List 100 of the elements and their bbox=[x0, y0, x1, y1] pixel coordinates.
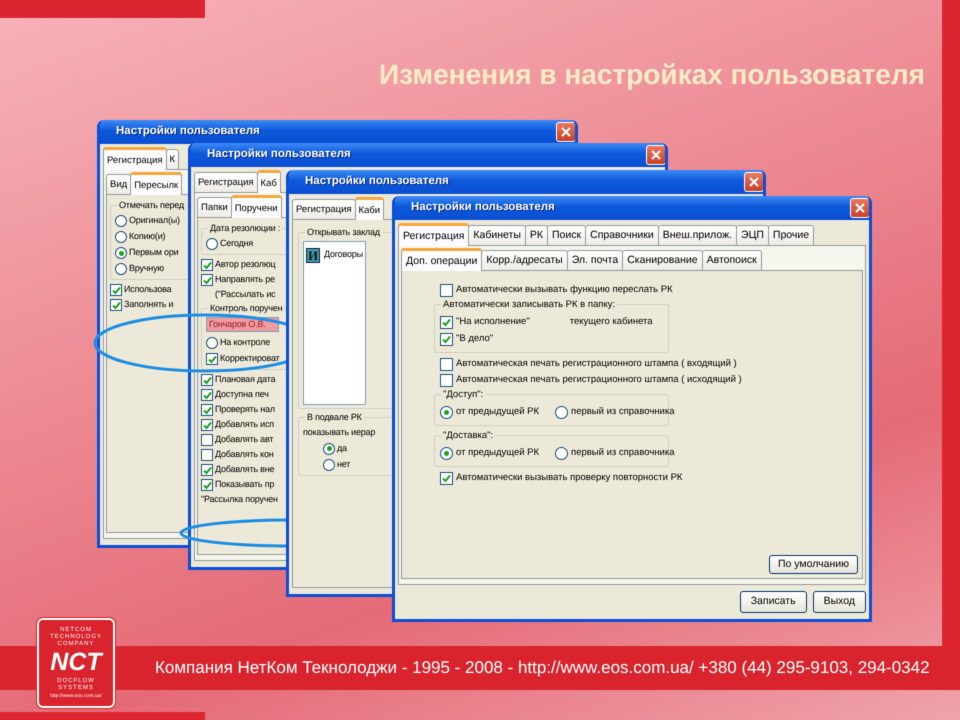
radio-label: На контроле bbox=[220, 336, 270, 349]
checkbox-label: Автоматически вызывать проверку повторности РК bbox=[456, 471, 682, 485]
tab[interactable]: Корр./адресаты bbox=[481, 250, 568, 270]
checkbox-label: Автоматическая печать регистрационного штампа ( исходящий ) bbox=[456, 373, 742, 387]
tab[interactable]: Поиск bbox=[547, 225, 586, 245]
tab[interactable]: Регистрация bbox=[292, 199, 356, 219]
tab[interactable]: Сканирование bbox=[622, 250, 703, 270]
checkbox-label: Автор резолюц bbox=[215, 258, 276, 271]
tab[interactable]: РК bbox=[524, 225, 548, 245]
radio-button[interactable] bbox=[555, 406, 568, 419]
checkbox-label: "В дело" bbox=[456, 332, 494, 346]
tab[interactable]: Доп. операции bbox=[401, 248, 482, 271]
checkbox[interactable] bbox=[206, 353, 218, 365]
checkbox[interactable] bbox=[440, 284, 453, 297]
group-label: Дата резолюции : bbox=[208, 222, 282, 236]
window-title: Настройки пользователя bbox=[207, 147, 351, 162]
checkbox-label: Плановая дата bbox=[215, 373, 276, 386]
radio-button[interactable] bbox=[555, 447, 568, 460]
close-button[interactable] bbox=[646, 145, 665, 165]
checkbox[interactable] bbox=[440, 472, 453, 485]
radio-button[interactable] bbox=[115, 247, 127, 259]
checkbox[interactable] bbox=[440, 358, 453, 371]
close-button[interactable] bbox=[556, 122, 575, 142]
checkbox[interactable] bbox=[110, 284, 122, 296]
tab[interactable]: Прочие bbox=[768, 225, 814, 245]
list-box[interactable]: И Договоры bbox=[303, 241, 366, 405]
radio-label: Первым ори bbox=[129, 246, 178, 259]
tab[interactable]: Вид bbox=[106, 174, 132, 194]
label-text: показывать иерар bbox=[303, 426, 376, 439]
window-title: Настройки пользователя bbox=[305, 174, 449, 190]
tab[interactable]: Каби bbox=[354, 197, 384, 220]
radio-button[interactable] bbox=[206, 337, 218, 349]
default-button[interactable]: По умолчанию bbox=[768, 554, 858, 574]
tab[interactable]: ЭЦП bbox=[736, 225, 769, 245]
checkbox-label: Добавлять кон bbox=[215, 448, 274, 461]
group-label: Контроль поручен bbox=[208, 302, 284, 315]
checkbox[interactable] bbox=[201, 404, 213, 416]
checkbox-label: Направлять ре bbox=[215, 273, 275, 286]
radio-button[interactable] bbox=[323, 458, 335, 470]
radio-button[interactable] bbox=[323, 442, 335, 454]
close-button[interactable] bbox=[744, 172, 763, 192]
radio-label: от предыдущей РК bbox=[456, 446, 540, 460]
checkbox[interactable] bbox=[201, 434, 213, 446]
close-icon bbox=[855, 203, 865, 213]
radio-button[interactable] bbox=[115, 215, 127, 227]
close-button[interactable] bbox=[850, 198, 869, 218]
radio-button[interactable] bbox=[440, 447, 453, 460]
tab[interactable]: Эл. почта bbox=[566, 250, 624, 270]
tab[interactable]: Кабинеты bbox=[468, 225, 526, 245]
checkbox[interactable] bbox=[201, 479, 213, 491]
tab[interactable]: Поручени bbox=[230, 195, 282, 218]
tab[interactable]: Регистрация bbox=[103, 147, 167, 170]
radio-label: Оригинал(ы) bbox=[129, 214, 180, 227]
checkbox[interactable] bbox=[201, 259, 213, 271]
checkbox[interactable] bbox=[201, 464, 213, 476]
checkbox[interactable] bbox=[440, 374, 453, 387]
radio-label: Вручную bbox=[129, 262, 164, 275]
tab[interactable]: Пересылк bbox=[130, 172, 182, 195]
checkbox[interactable] bbox=[110, 299, 122, 311]
radio-button[interactable] bbox=[440, 406, 453, 419]
slide-title: Изменения в настройках пользователя bbox=[379, 58, 925, 92]
checkbox[interactable] bbox=[201, 419, 213, 431]
label-text: "Рассылка поручен bbox=[201, 493, 278, 506]
radio-button[interactable] bbox=[206, 238, 218, 250]
dialog-button[interactable]: Выход bbox=[812, 591, 866, 613]
radio-label: Сегодня bbox=[220, 237, 254, 250]
footer-text: Компания НетКом Текнолоджи - 1995 - 2008 - http://www.eos.com.ua/ +380 (44) 295-9103, 294-0342 bbox=[155, 657, 930, 680]
checkbox-label: Добавлять исп bbox=[215, 418, 274, 431]
tab[interactable]: Регистрация bbox=[398, 223, 470, 246]
checkbox-label: Автоматически вызывать функцию переслать РК bbox=[456, 283, 673, 297]
checkbox[interactable] bbox=[440, 316, 453, 329]
radio-label: Копию(и) bbox=[129, 230, 166, 243]
radio-label: от предыдущей РК bbox=[456, 405, 540, 419]
radio-label: да bbox=[337, 442, 347, 455]
tab[interactable]: Каб bbox=[256, 170, 281, 193]
tab[interactable]: Автопоиск bbox=[702, 250, 762, 270]
checkbox-label: Автоматическая печать регистрационного штампа ( входящий ) bbox=[456, 357, 737, 371]
tab[interactable]: Регистрация bbox=[194, 172, 258, 192]
logo-mark: NCT bbox=[50, 650, 102, 675]
window-title: Настройки пользователя bbox=[411, 200, 555, 216]
close-icon bbox=[749, 177, 759, 187]
window-title: Настройки пользователя bbox=[116, 124, 260, 140]
checkbox[interactable] bbox=[440, 333, 453, 346]
radio-label: первый из справочника bbox=[571, 405, 675, 419]
checkbox-label: Заполнять и bbox=[124, 298, 174, 311]
list-item[interactable]: Договоры bbox=[324, 248, 363, 262]
dialog-button[interactable]: Записать bbox=[740, 591, 807, 613]
label-text: ("Рассылать ис bbox=[215, 288, 276, 301]
tab[interactable]: Справочники bbox=[585, 225, 659, 245]
radio-button[interactable] bbox=[115, 263, 127, 275]
checkbox[interactable] bbox=[201, 389, 213, 401]
checkbox[interactable] bbox=[201, 374, 213, 386]
tab[interactable]: Папки bbox=[197, 197, 232, 217]
radio-button[interactable] bbox=[115, 231, 127, 243]
checkbox[interactable] bbox=[201, 449, 213, 461]
checkbox[interactable] bbox=[201, 274, 213, 286]
checkbox-label: Использова bbox=[124, 283, 172, 296]
tab[interactable]: Внеш.прилож. bbox=[658, 225, 738, 245]
checkbox-label: Показывать пр bbox=[215, 478, 274, 491]
group-label: В подвале РК bbox=[305, 411, 364, 424]
